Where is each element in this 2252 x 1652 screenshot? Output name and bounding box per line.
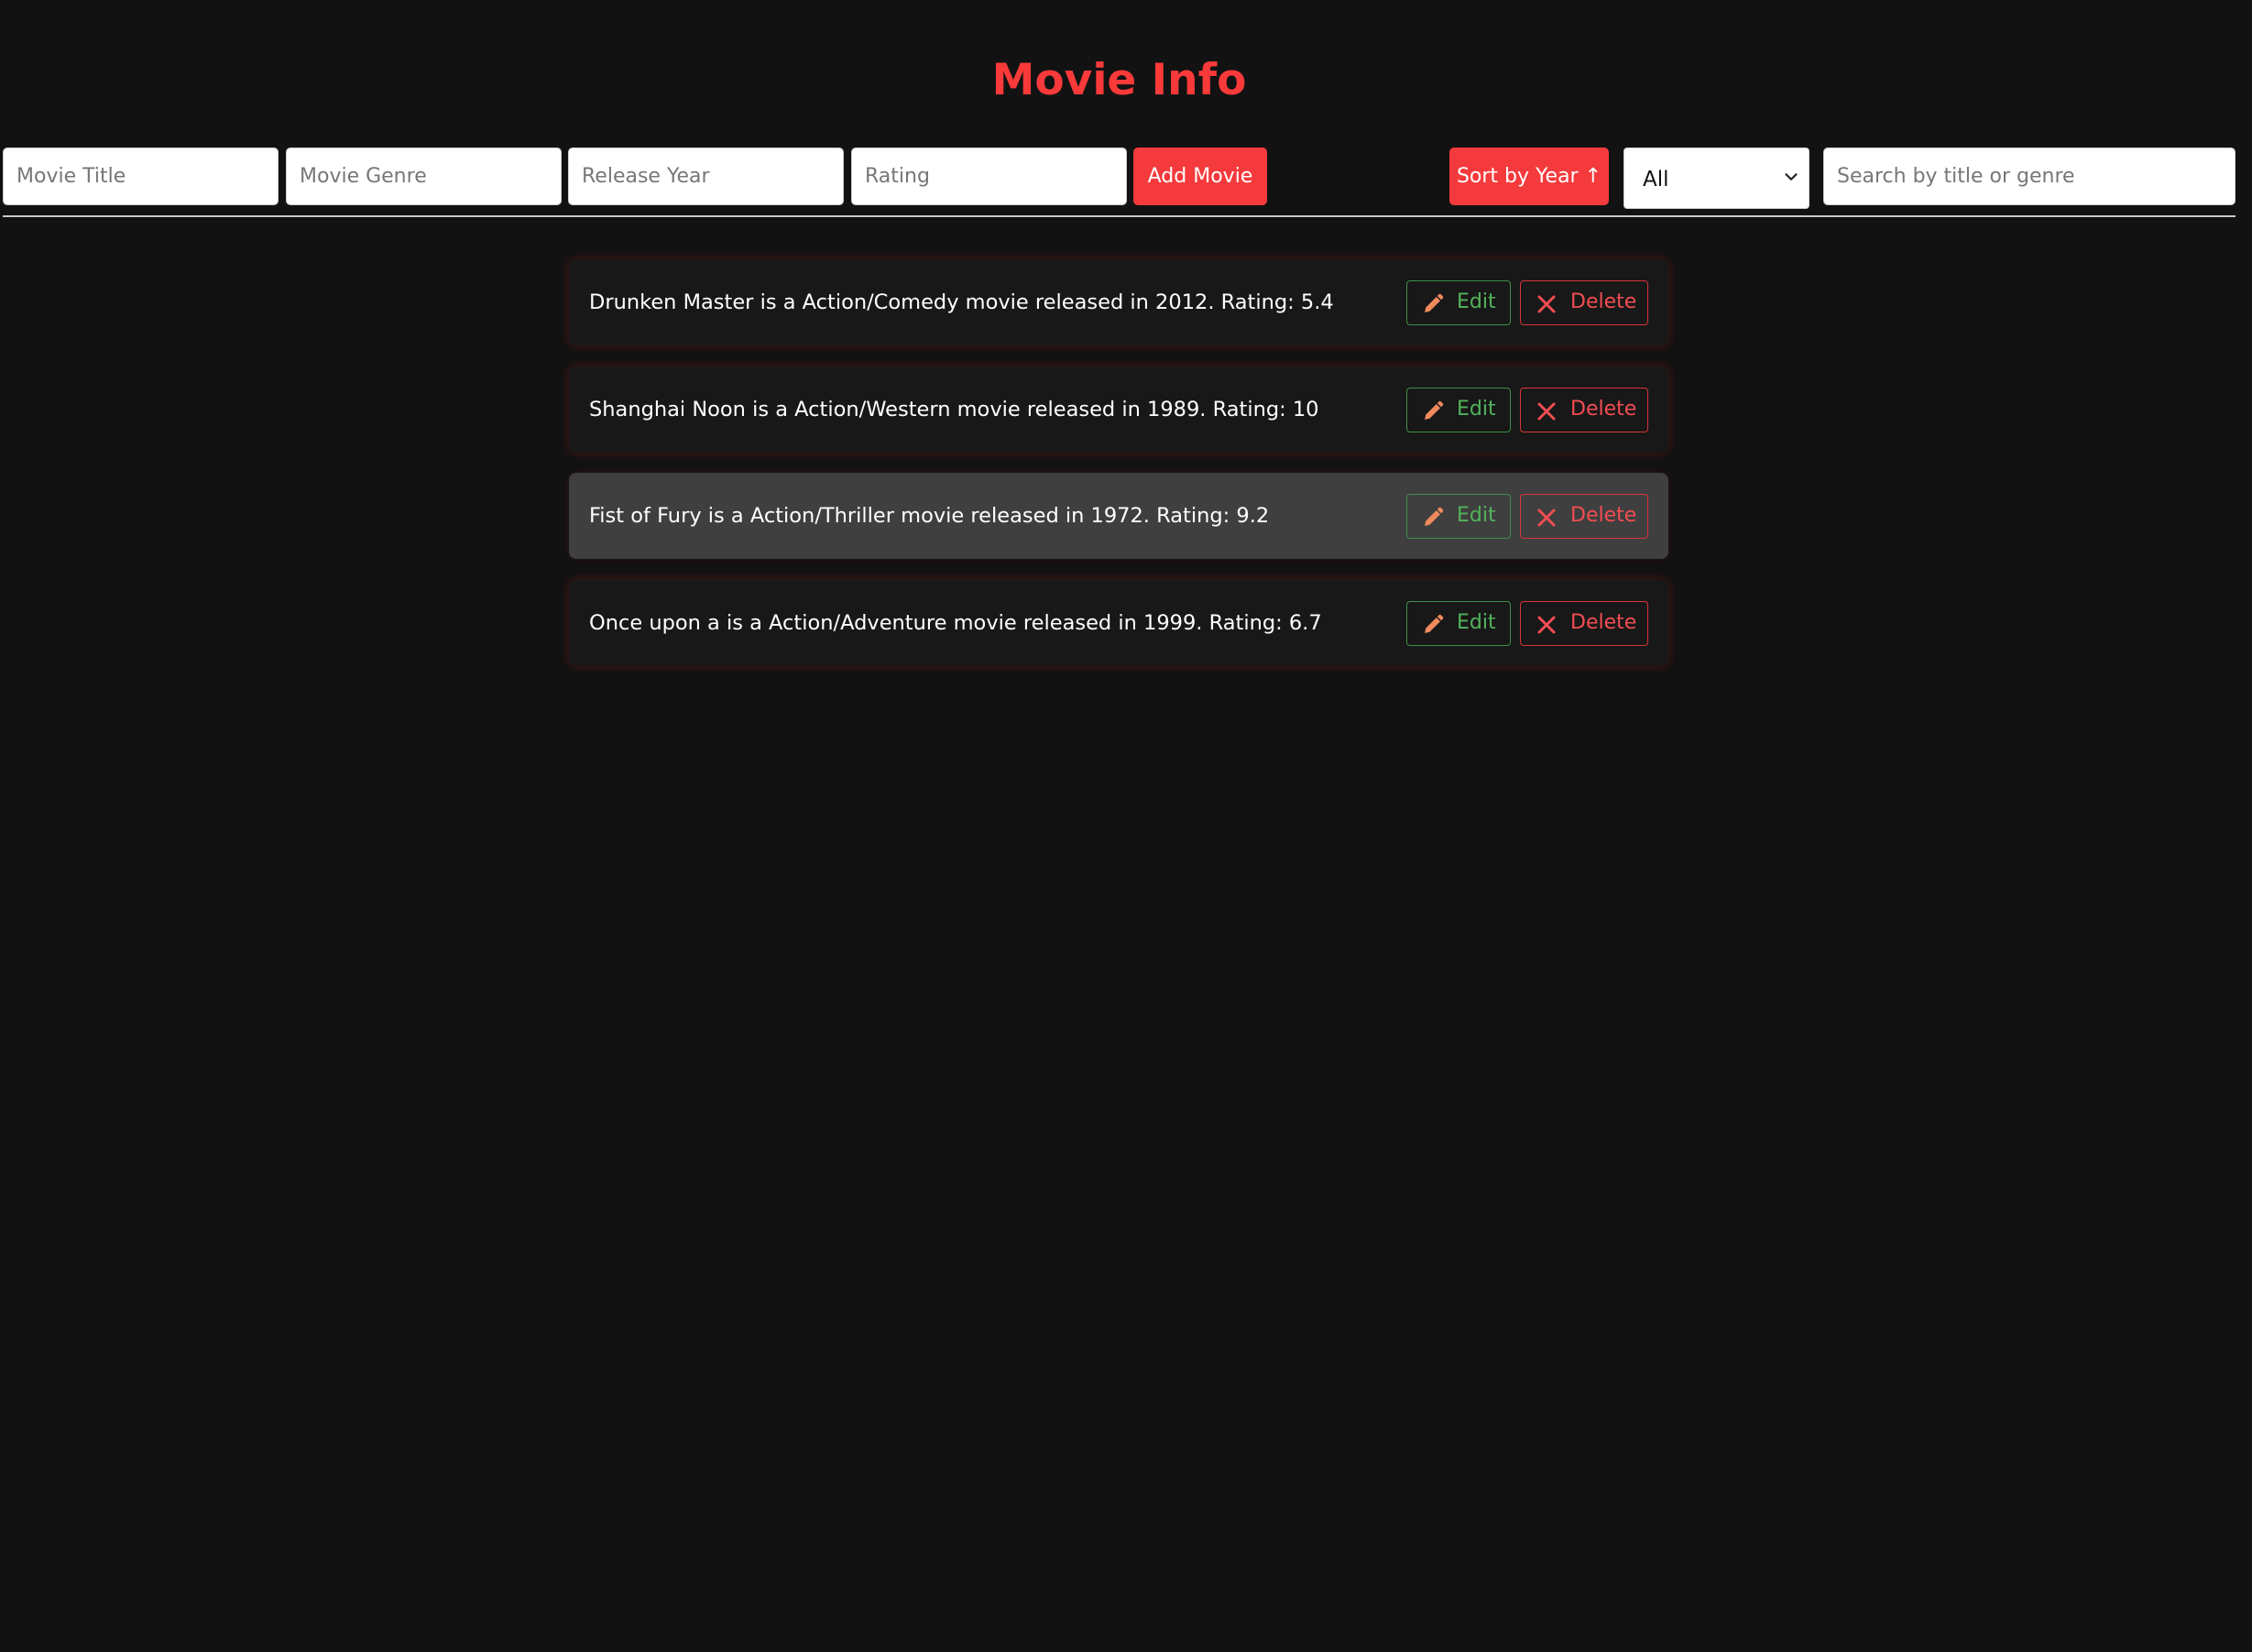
movie-title-input[interactable]	[3, 148, 279, 205]
edit-button[interactable]: Edit	[1406, 601, 1511, 646]
edit-label: Edit	[1457, 611, 1496, 634]
divider	[3, 215, 2236, 217]
movie-item: Shanghai Noon is a Action/Western movie …	[569, 367, 1668, 453]
pencil-icon	[1425, 507, 1444, 526]
movie-description: Once upon a is a Action/Adventure movie …	[589, 611, 1322, 635]
filter-select-value: All	[1643, 168, 1669, 191]
edit-button[interactable]: Edit	[1406, 280, 1511, 325]
search-input[interactable]	[1823, 148, 2236, 205]
delete-label: Delete	[1570, 504, 1637, 527]
pencil-icon	[1425, 293, 1444, 312]
sort-by-year-button[interactable]: Sort by Year ↑	[1449, 148, 1609, 205]
delete-button[interactable]: Delete	[1520, 280, 1648, 325]
page-title: Movie Info	[991, 55, 1247, 105]
movie-item: Drunken Master is a Action/Comedy movie …	[569, 259, 1668, 345]
edit-label: Edit	[1457, 398, 1496, 421]
rating-input[interactable]	[851, 148, 1127, 205]
filter-select[interactable]: All	[1623, 148, 1809, 209]
movie-description: Shanghai Noon is a Action/Western movie …	[589, 398, 1319, 421]
movie-item: Once upon a is a Action/Adventure movie …	[569, 580, 1668, 666]
edit-button[interactable]: Edit	[1406, 388, 1511, 432]
close-icon	[1537, 295, 1556, 313]
pencil-icon	[1425, 400, 1444, 420]
edit-label: Edit	[1457, 504, 1496, 527]
pencil-icon	[1425, 614, 1444, 633]
toolbar: Add Movie Sort by Year ↑ All	[3, 148, 2236, 209]
close-icon	[1537, 402, 1556, 421]
delete-label: Delete	[1570, 398, 1637, 421]
movie-genre-input[interactable]	[286, 148, 562, 205]
chevron-down-icon	[1785, 173, 1798, 181]
delete-button[interactable]: Delete	[1520, 494, 1648, 539]
close-icon	[1537, 616, 1556, 634]
edit-label: Edit	[1457, 290, 1496, 313]
delete-button[interactable]: Delete	[1520, 601, 1648, 646]
delete-button[interactable]: Delete	[1520, 388, 1648, 432]
release-year-input[interactable]	[568, 148, 844, 205]
movie-description: Fist of Fury is a Action/Thriller movie …	[589, 504, 1270, 528]
add-movie-button[interactable]: Add Movie	[1133, 148, 1267, 205]
edit-button[interactable]: Edit	[1406, 494, 1511, 539]
delete-label: Delete	[1570, 611, 1637, 634]
movie-description: Drunken Master is a Action/Comedy movie …	[589, 290, 1334, 314]
close-icon	[1537, 509, 1556, 527]
movie-item: Fist of Fury is a Action/Thriller movie …	[569, 473, 1668, 559]
delete-label: Delete	[1570, 290, 1637, 313]
